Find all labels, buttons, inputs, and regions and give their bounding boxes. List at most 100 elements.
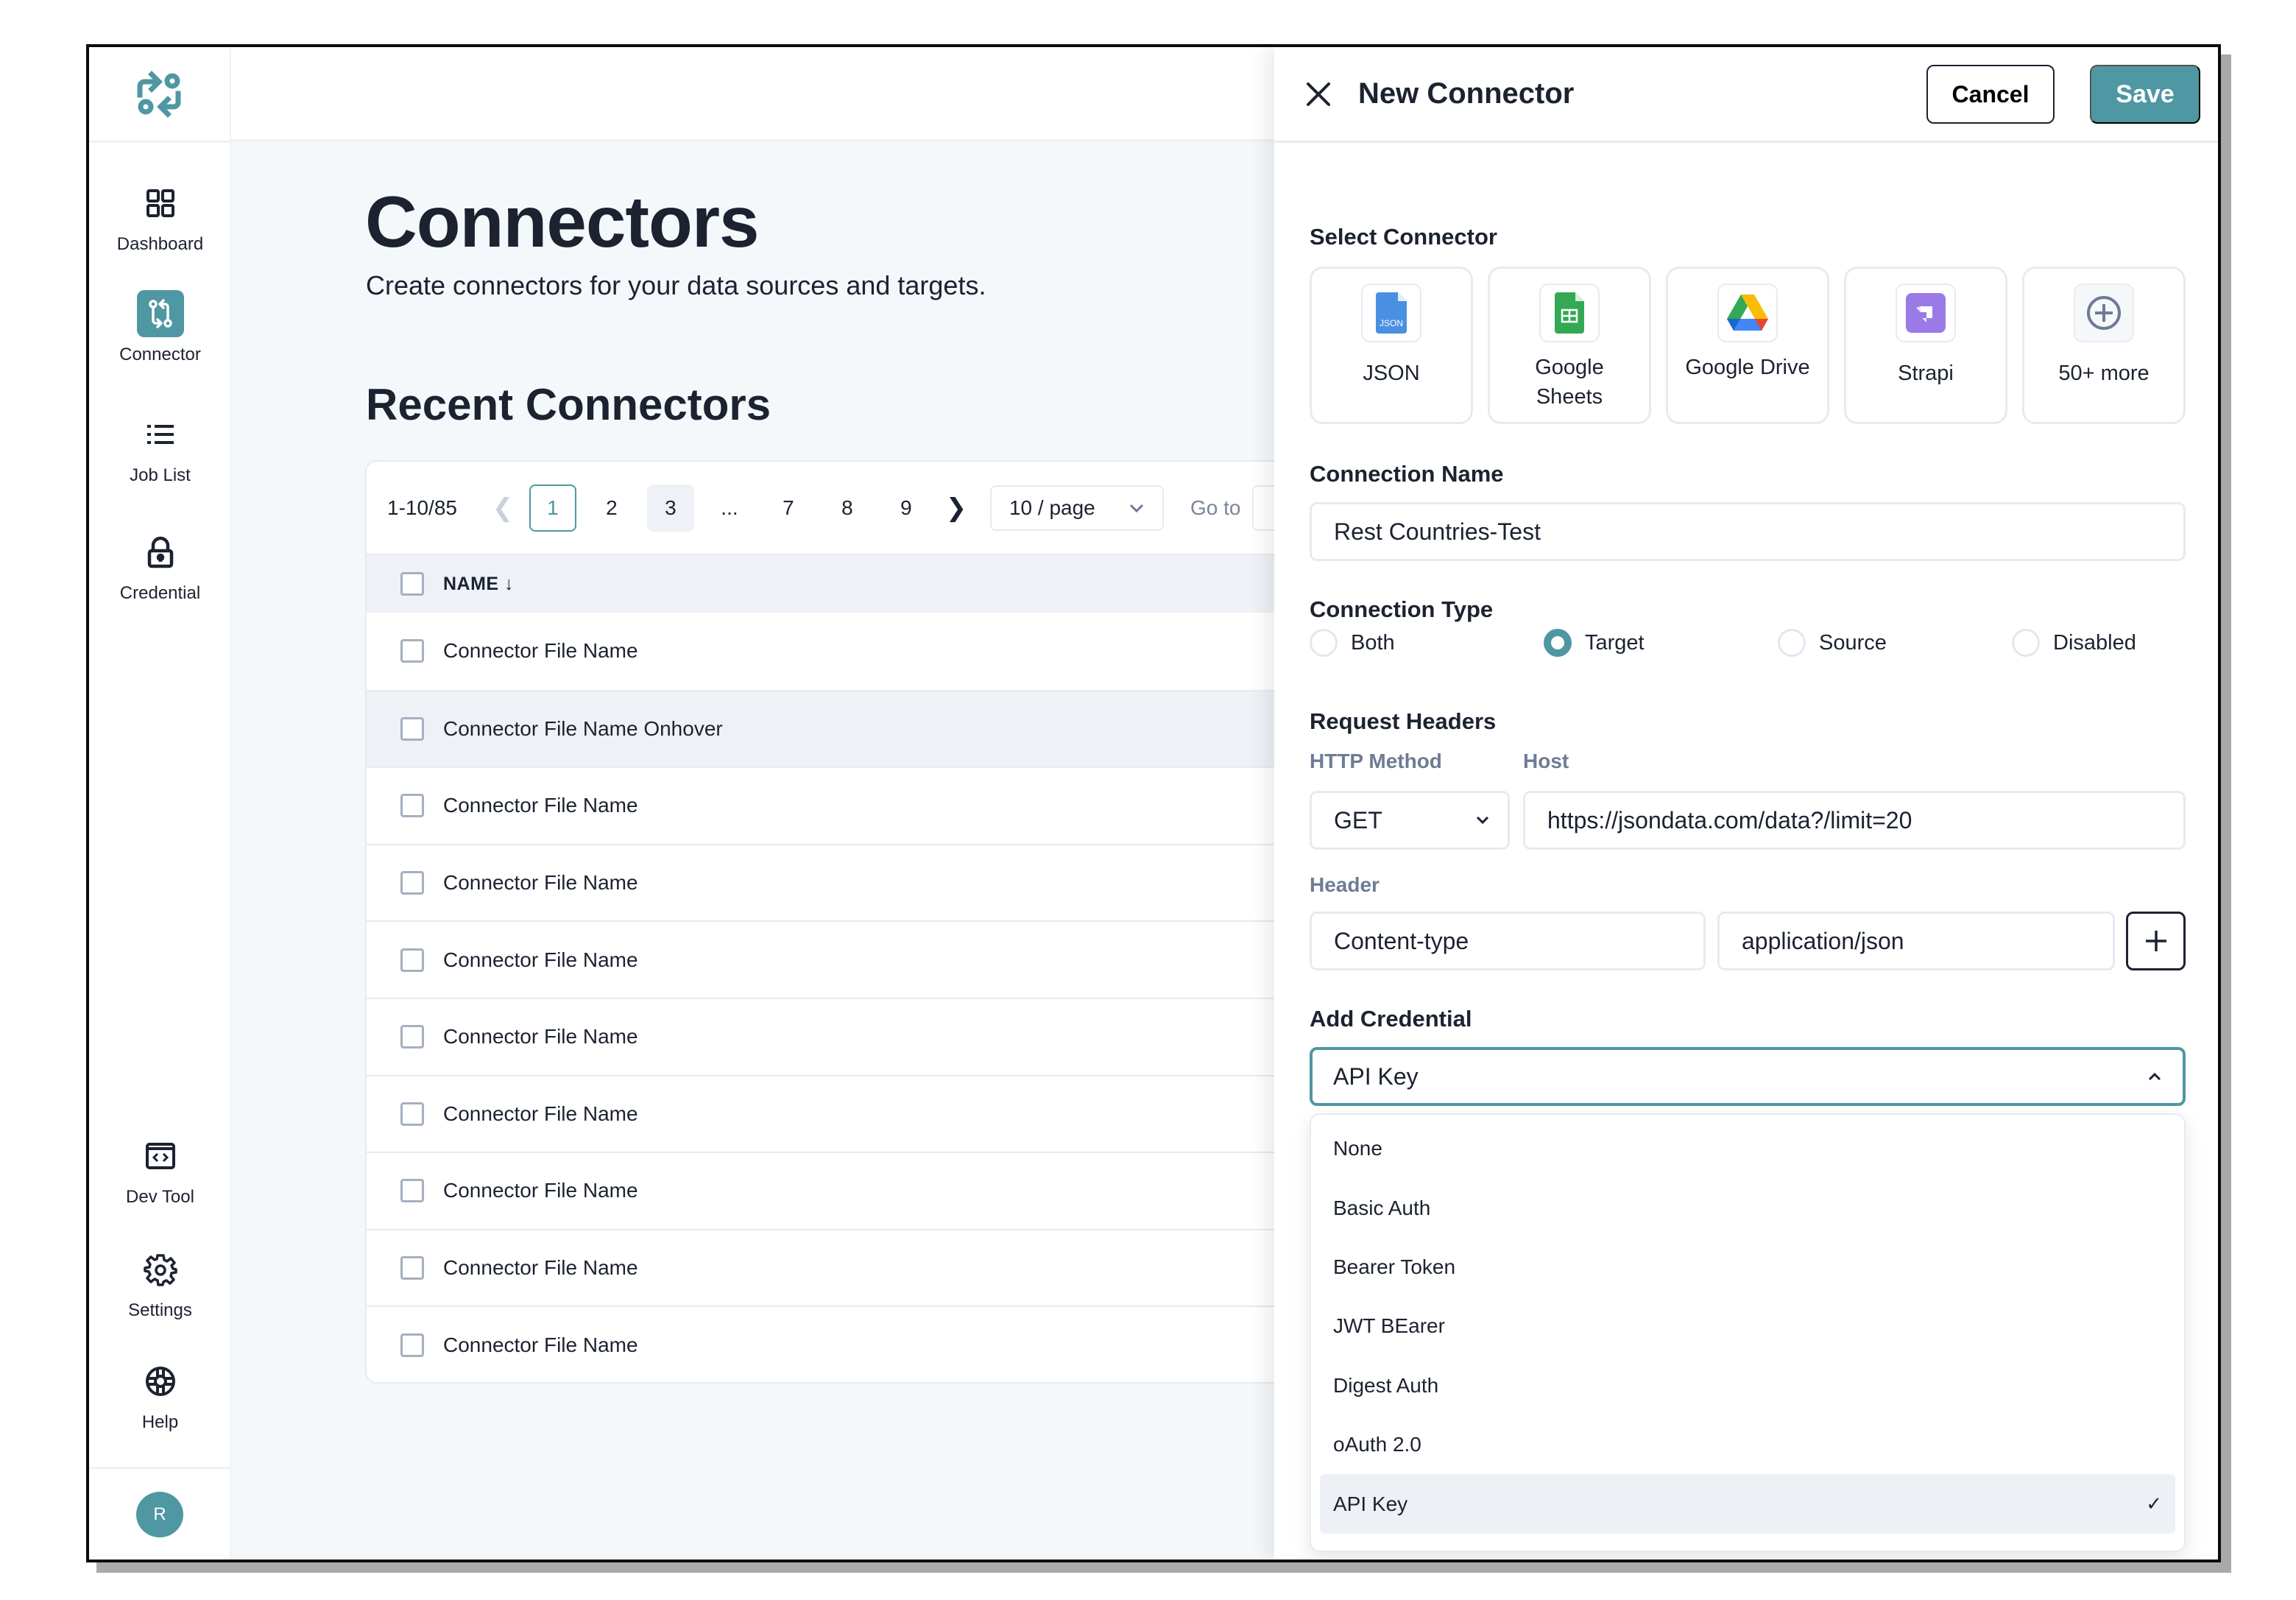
sidebar-item-credential[interactable]: Credential — [89, 529, 231, 604]
cancel-button[interactable]: Cancel — [1926, 65, 2055, 124]
select-connector-label: Select Connector — [1310, 224, 1497, 250]
row-checkbox[interactable] — [400, 948, 424, 972]
sidebar-item-help[interactable]: Help — [89, 1358, 231, 1433]
connector-option-google-drive[interactable]: Google Drive — [1666, 267, 1829, 424]
radio-both[interactable]: Both — [1310, 629, 1395, 657]
list-icon — [137, 411, 184, 458]
row-checkbox[interactable] — [400, 1025, 424, 1049]
credential-option-label: Basic Auth — [1333, 1196, 1431, 1219]
row-checkbox[interactable] — [400, 639, 424, 663]
prev-page-button[interactable]: ❮ — [488, 484, 518, 532]
page-button[interactable]: 9 — [883, 484, 930, 532]
http-method-value: GET — [1334, 806, 1382, 834]
connector-option-label: JSON — [1363, 362, 1420, 385]
radio-circle — [2012, 629, 2040, 657]
page-title: Connectors — [365, 181, 760, 262]
credential-option-label: oAuth 2.0 — [1333, 1433, 1421, 1456]
header-value-input[interactable]: application/json — [1717, 912, 2115, 970]
host-input[interactable]: https://jsondata.com/data?/limit=20 — [1523, 791, 2186, 850]
credential-option[interactable]: Bearer Token — [1320, 1238, 2175, 1297]
page-size-select[interactable]: 10 / page — [989, 484, 1164, 531]
chevron-down-icon — [1476, 816, 1489, 825]
chevron-down-icon — [1129, 504, 1144, 512]
connector-option-google-sheets[interactable]: Google Sheets — [1488, 267, 1651, 424]
dashboard-grid-icon — [137, 180, 184, 227]
connector-option-label: 50+ more — [2058, 362, 2150, 385]
connector-option-label: Google Drive — [1685, 356, 1810, 379]
sidebar-divider — [89, 1467, 231, 1469]
chevron-up-icon — [2148, 1072, 2161, 1081]
sort-down-arrow-icon: ↓ — [504, 573, 515, 594]
add-header-button[interactable] — [2126, 912, 2186, 970]
credential-option[interactable]: Basic Auth — [1320, 1178, 2175, 1237]
section-title: Recent Connectors — [366, 380, 771, 429]
select-all-checkbox[interactable] — [400, 572, 424, 596]
credential-select[interactable]: API Key — [1310, 1047, 2186, 1106]
credential-option[interactable]: Digest Auth — [1320, 1356, 2175, 1415]
credential-option[interactable]: None — [1320, 1119, 2175, 1178]
page-ellipsis[interactable]: ... — [706, 484, 753, 532]
radio-circle — [1310, 629, 1338, 657]
connection-type-label: Connection Type — [1310, 596, 1494, 622]
logo[interactable] — [89, 47, 230, 143]
page-button[interactable]: 8 — [824, 484, 871, 532]
next-page-button[interactable]: ❯ — [942, 484, 971, 532]
save-button[interactable]: Save — [2090, 65, 2200, 124]
row-checkbox[interactable] — [400, 716, 424, 741]
connector-option-strapi[interactable]: Strapi — [1844, 267, 2007, 424]
radio-disabled[interactable]: Disabled — [2012, 629, 2136, 657]
page-button[interactable]: 2 — [588, 484, 635, 532]
row-checkbox[interactable] — [400, 1179, 424, 1203]
column-header-name[interactable]: NAME ↓ — [443, 574, 514, 595]
connector-name-cell: Connector File Name — [443, 948, 638, 971]
drawer-header: New Connector Cancel Save — [1274, 47, 2218, 143]
user-avatar[interactable]: R — [136, 1492, 183, 1537]
page-button[interactable]: 7 — [765, 484, 812, 532]
sidebar-item-settings[interactable]: Settings — [89, 1246, 231, 1321]
row-checkbox[interactable] — [400, 1333, 424, 1357]
sidebar-item-label: Job List — [130, 465, 191, 485]
page-button[interactable]: 1 — [529, 484, 576, 532]
svg-text:JSON: JSON — [1380, 318, 1403, 328]
sidebar-item-job-list[interactable]: Job List — [89, 411, 231, 486]
sidebar-item-label: Dev Tool — [126, 1187, 194, 1207]
credential-option[interactable]: API Key ✓ — [1320, 1474, 2175, 1534]
connector-option-label: Strapi — [1898, 362, 1954, 385]
sidebar-item-dev-tool[interactable]: Dev Tool — [89, 1132, 231, 1208]
radio-source[interactable]: Source — [1778, 629, 1887, 657]
row-checkbox[interactable] — [400, 1102, 424, 1126]
checkmark-icon: ✓ — [2146, 1492, 2162, 1515]
close-icon[interactable] — [1304, 80, 1333, 109]
google-drive-icon — [1717, 283, 1778, 342]
radio-target[interactable]: Target — [1544, 629, 1645, 657]
sidebar-item-label: Settings — [128, 1300, 192, 1320]
page-button[interactable]: 3 — [646, 484, 694, 532]
connector-name-cell: Connector File Name — [443, 1179, 638, 1202]
pagination-range: 1-10/85 — [387, 496, 457, 519]
credential-option[interactable]: JWT BEarer — [1320, 1297, 2175, 1356]
connection-name-input[interactable]: Rest Countries-Test — [1310, 502, 2186, 561]
header-key-input[interactable]: Content-type — [1310, 912, 1706, 970]
connector-option-json[interactable]: JSON JSON — [1310, 267, 1473, 424]
connector-logo-icon — [137, 70, 180, 118]
radio-circle — [1778, 629, 1806, 657]
connection-type-radio-group: Both Target Source Disabled — [1310, 629, 2186, 658]
header-label: Header — [1310, 873, 1380, 896]
app-window: Dashboard Connector Job List Credential — [86, 44, 2221, 1562]
page-subtitle: Create connectors for your data sources … — [366, 270, 986, 300]
credential-dropdown-menu: None Basic Auth Bearer Token JWT BEarer Dige… — [1310, 1113, 2186, 1552]
row-checkbox[interactable] — [400, 794, 424, 818]
add-credential-label: Add Credential — [1310, 1006, 1472, 1032]
row-checkbox[interactable] — [400, 1256, 424, 1280]
new-connector-drawer: New Connector Cancel Save Select Connect… — [1274, 47, 2218, 1560]
sidebar-item-label: Help — [141, 1412, 179, 1432]
http-method-select[interactable]: GET — [1310, 791, 1510, 850]
connector-option-more[interactable]: 50+ more — [2022, 267, 2186, 424]
credential-option[interactable]: oAuth 2.0 — [1320, 1415, 2175, 1474]
sidebar-item-dashboard[interactable]: Dashboard — [89, 180, 231, 255]
row-checkbox[interactable] — [400, 871, 424, 895]
lock-icon — [137, 529, 184, 576]
page-size-value: 10 / page — [1009, 496, 1095, 519]
google-sheets-icon — [1539, 283, 1600, 342]
sidebar-item-connector[interactable]: Connector — [89, 290, 231, 365]
